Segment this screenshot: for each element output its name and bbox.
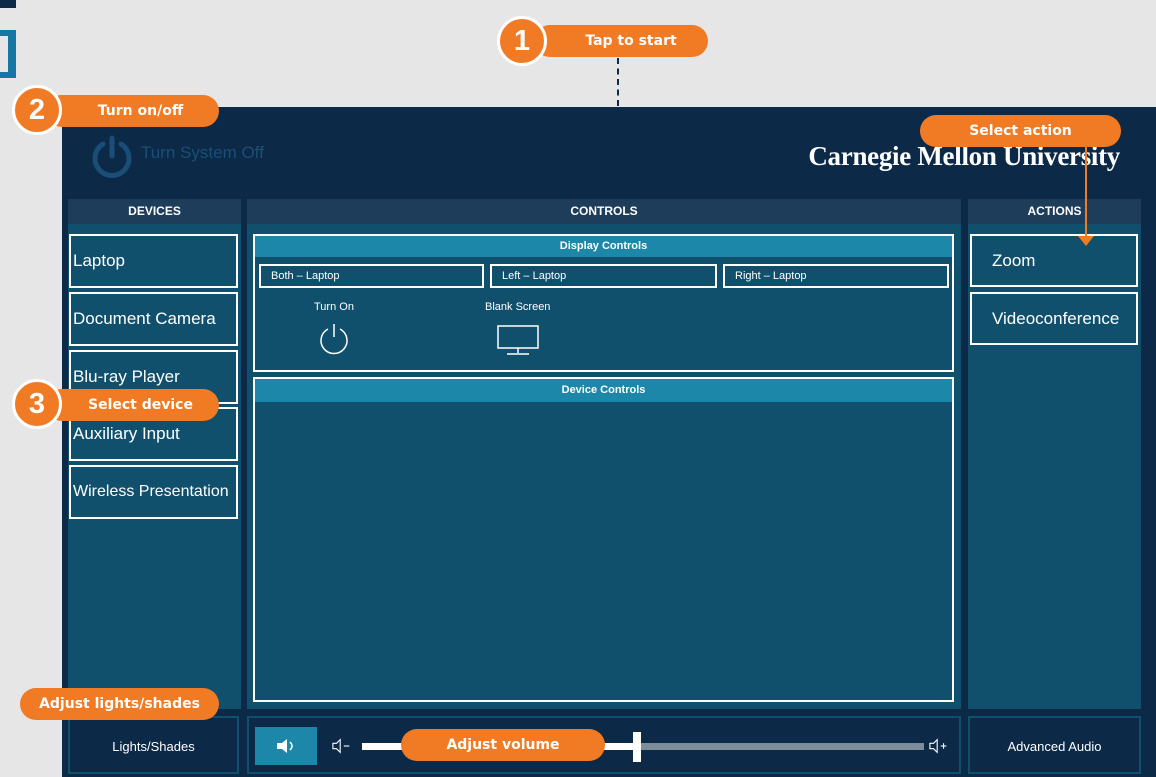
step1-connector bbox=[617, 58, 619, 106]
actions-header: ACTIONS bbox=[968, 199, 1141, 224]
action-videoconference-button[interactable]: Videoconference bbox=[970, 292, 1138, 345]
step2-badge: 2 bbox=[12, 85, 62, 135]
power-icon[interactable] bbox=[317, 322, 351, 356]
mute-button[interactable] bbox=[255, 727, 317, 765]
lights-shades-label: Lights/Shades bbox=[112, 739, 195, 754]
step1-badge: 1 bbox=[497, 16, 547, 66]
select-action-arrow bbox=[1085, 140, 1087, 236]
advanced-audio-label: Advanced Audio bbox=[1007, 739, 1102, 754]
speaker-icon bbox=[277, 739, 293, 753]
corner-logo-fragment bbox=[0, 0, 16, 78]
display-both-button[interactable]: Both – Laptop bbox=[259, 264, 484, 288]
display-left-button[interactable]: Left – Laptop bbox=[490, 264, 717, 288]
adjust-lights-callout: Adjust lights/shades bbox=[20, 688, 219, 720]
volume-up-icon[interactable] bbox=[929, 737, 949, 755]
select-action-callout: Select action bbox=[920, 115, 1121, 147]
step1-callout: Tap to start bbox=[534, 25, 708, 57]
display-controls-section: Display Controls bbox=[253, 234, 954, 372]
lights-shades-button[interactable]: Lights/Shades bbox=[68, 716, 239, 774]
power-icon[interactable] bbox=[90, 135, 134, 179]
blank-screen-label: Blank Screen bbox=[485, 301, 551, 313]
step2-callout: Turn on/off bbox=[46, 95, 219, 127]
controls-header: CONTROLS bbox=[247, 199, 961, 224]
device-controls-section: Device Controls bbox=[253, 377, 954, 702]
action-zoom-button[interactable]: Zoom bbox=[970, 234, 1138, 287]
power-button-label[interactable]: Turn System Off bbox=[141, 143, 264, 163]
monitor-icon[interactable] bbox=[496, 324, 540, 356]
step3-badge: 3 bbox=[12, 379, 62, 429]
device-controls-title: Device Controls bbox=[255, 379, 952, 402]
device-wireless-button[interactable]: Wireless Presentation bbox=[69, 465, 238, 519]
volume-down-icon[interactable] bbox=[332, 737, 352, 755]
select-action-arrowhead bbox=[1078, 236, 1094, 246]
devices-header: DEVICES bbox=[68, 199, 241, 224]
display-right-button[interactable]: Right – Laptop bbox=[723, 264, 949, 288]
advanced-audio-button[interactable]: Advanced Audio bbox=[968, 716, 1141, 774]
adjust-volume-callout: Adjust volume bbox=[401, 729, 605, 761]
step3-callout: Select device bbox=[46, 389, 219, 421]
display-controls-title: Display Controls bbox=[255, 236, 952, 257]
device-document-camera-button[interactable]: Document Camera bbox=[69, 292, 238, 346]
turn-on-label: Turn On bbox=[314, 301, 354, 313]
device-laptop-button[interactable]: Laptop bbox=[69, 234, 238, 288]
volume-slider-thumb[interactable] bbox=[633, 732, 642, 762]
